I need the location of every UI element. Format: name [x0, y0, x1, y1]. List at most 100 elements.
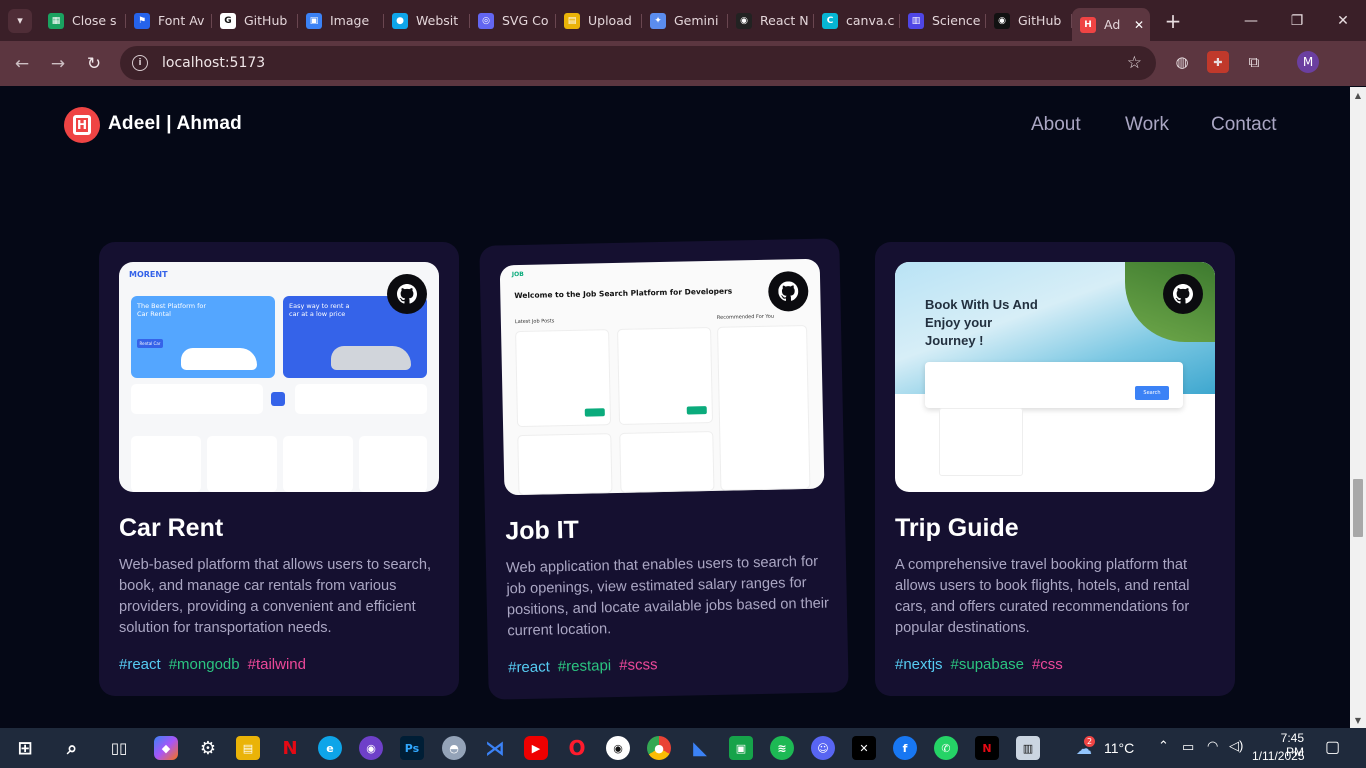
nav-work[interactable]: Work: [1125, 114, 1169, 136]
browser-tab[interactable]: ▥ Science: [900, 5, 986, 37]
toolbar: ← → ↻ i localhost:5173 ☆: [0, 41, 1366, 86]
browser-tab[interactable]: ◎ SVG Co: [470, 5, 556, 37]
opera-icon[interactable]: O: [565, 736, 589, 760]
clock-date[interactable]: 1/11/2025: [1252, 749, 1305, 763]
browser-tab[interactable]: G GitHub: [212, 5, 298, 37]
browser-tab[interactable]: ⚑ Font Av: [126, 5, 212, 37]
url-text[interactable]: localhost:5173: [162, 55, 265, 71]
nav-about[interactable]: About: [1031, 114, 1081, 136]
reload-button[interactable]: ↻: [76, 46, 112, 82]
project-tags: #nextjs #supabase #css: [895, 656, 1063, 673]
translate-icon[interactable]: ◍: [1171, 51, 1193, 73]
project-card-trip-guide[interactable]: Book With Us And Enjoy your Journey ! Se…: [875, 242, 1235, 696]
apply-button: [686, 406, 707, 415]
app-icon[interactable]: ✕: [852, 736, 876, 760]
photoshop-icon[interactable]: Ps: [400, 736, 424, 760]
netflix-icon[interactable]: N: [278, 736, 302, 760]
tab-active[interactable]: H Ad ✕: [1072, 8, 1150, 41]
browser-tab[interactable]: ▣ Image: [298, 5, 384, 37]
discord-icon[interactable]: ☺: [811, 736, 835, 760]
car-image: [331, 346, 411, 370]
tab-favicon-icon: ◎: [478, 12, 494, 29]
netflix-icon[interactable]: N: [975, 736, 999, 760]
file-explorer-icon[interactable]: ▤: [236, 736, 260, 760]
app-icon[interactable]: ▥: [1016, 736, 1040, 760]
tab-label: canva.c: [846, 13, 894, 28]
scroll-down-arrow-icon[interactable]: ▼: [1350, 712, 1366, 728]
address-bar[interactable]: i localhost:5173 ☆: [120, 46, 1156, 80]
project-tag: #css: [1031, 656, 1063, 673]
tab-favicon-icon: ◉: [994, 12, 1010, 29]
bookmark-star-icon[interactable]: ☆: [1127, 53, 1142, 73]
minimize-button[interactable]: —: [1228, 0, 1274, 41]
browser-tab[interactable]: ▦ Close s: [40, 5, 126, 37]
app-icon[interactable]: ◣: [688, 736, 712, 760]
meet-icon[interactable]: ▣: [729, 736, 753, 760]
extension-icon[interactable]: ✚: [1207, 51, 1229, 73]
temperature[interactable]: 11°C: [1104, 740, 1134, 756]
tab-search-button[interactable]: ▾: [8, 8, 32, 33]
project-tag: #restapi: [557, 657, 612, 676]
github-icon: [397, 284, 417, 304]
facebook-icon[interactable]: f: [893, 736, 917, 760]
spotify-icon[interactable]: ≋: [770, 736, 794, 760]
tab-favicon-icon: ●: [392, 12, 408, 29]
swap-button: [271, 392, 285, 406]
weather-badge: 2: [1084, 736, 1095, 747]
browser-tab[interactable]: ● Websit: [384, 5, 470, 37]
extensions-puzzle-icon[interactable]: ⧉: [1243, 51, 1265, 73]
preview-heading: Welcome to the Job Search Platform for D…: [514, 286, 733, 301]
task-view-icon[interactable]: ▯▯: [107, 736, 131, 760]
github-link-button[interactable]: [387, 274, 427, 314]
project-title: Job IT: [504, 515, 580, 546]
apply-button: [584, 408, 605, 417]
forward-button[interactable]: →: [40, 46, 76, 82]
github-link-button[interactable]: [1163, 274, 1203, 314]
github-desktop-icon[interactable]: ◉: [359, 736, 383, 760]
car-tile: [359, 436, 427, 492]
preview-side: Recommended For You: [716, 313, 775, 321]
chrome-icon[interactable]: ●: [647, 736, 671, 760]
browser-tab[interactable]: ✦ Gemini: [642, 5, 728, 37]
scroll-up-arrow-icon[interactable]: ▲: [1350, 87, 1366, 103]
browser-tab[interactable]: ◉ React N: [728, 5, 814, 37]
project-card-job-it[interactable]: JOB Welcome to the Job Search Platform f…: [479, 238, 849, 700]
project-card-car-rent[interactable]: MORENT The Best Platform for Car Rental …: [99, 242, 459, 696]
tab-label: GitHub: [244, 13, 288, 28]
notifications-icon[interactable]: ▢: [1325, 737, 1340, 757]
booking-search-panel: Search: [925, 362, 1183, 408]
whatsapp-icon[interactable]: ✆: [934, 736, 958, 760]
browser-tab[interactable]: ▤ Upload: [556, 5, 642, 37]
vscode-icon[interactable]: ⋊: [483, 736, 507, 760]
browser-tab[interactable]: Ccanva.c: [814, 5, 900, 37]
volume-icon[interactable]: ◁): [1229, 738, 1243, 754]
project-description: Web-based platform that allows users to …: [119, 557, 432, 636]
windows-start-icon[interactable]: ⊞: [13, 736, 37, 760]
youtube-icon[interactable]: ▶: [524, 736, 548, 760]
battery-icon[interactable]: ▭: [1182, 739, 1194, 755]
chevron-up-icon[interactable]: ⌃: [1158, 738, 1169, 754]
new-tab-button[interactable]: +: [1158, 6, 1188, 36]
browser-tab[interactable]: ◉ GitHub: [986, 5, 1072, 37]
app-icon[interactable]: ◓: [442, 736, 466, 760]
github-icon[interactable]: ◉: [606, 736, 630, 760]
search-icon[interactable]: ⌕: [60, 736, 84, 760]
tab-favicon-icon: ▣: [306, 12, 322, 29]
scroll-thumb[interactable]: [1353, 479, 1363, 537]
edge-icon[interactable]: e: [318, 736, 342, 760]
copilot-icon[interactable]: ◆: [154, 736, 178, 760]
site-name[interactable]: Adeel | Ahmad: [108, 113, 242, 135]
close-window-button[interactable]: ✕: [1320, 0, 1366, 41]
site-info-icon[interactable]: i: [132, 55, 148, 71]
nav-contact[interactable]: Contact: [1211, 114, 1276, 136]
page-scrollbar[interactable]: ▲ ▼: [1350, 87, 1366, 728]
wifi-icon[interactable]: ◠: [1207, 738, 1218, 754]
back-button[interactable]: ←: [4, 46, 40, 82]
close-tab-icon[interactable]: ✕: [1134, 18, 1144, 32]
preview-section: Latest Job Posts: [514, 318, 555, 326]
logo-icon[interactable]: H: [64, 107, 100, 143]
profile-avatar[interactable]: M: [1297, 51, 1319, 73]
car-tile: [207, 436, 277, 492]
maximize-button[interactable]: ❐: [1274, 0, 1320, 41]
settings-gear-icon[interactable]: ⚙: [196, 736, 220, 760]
